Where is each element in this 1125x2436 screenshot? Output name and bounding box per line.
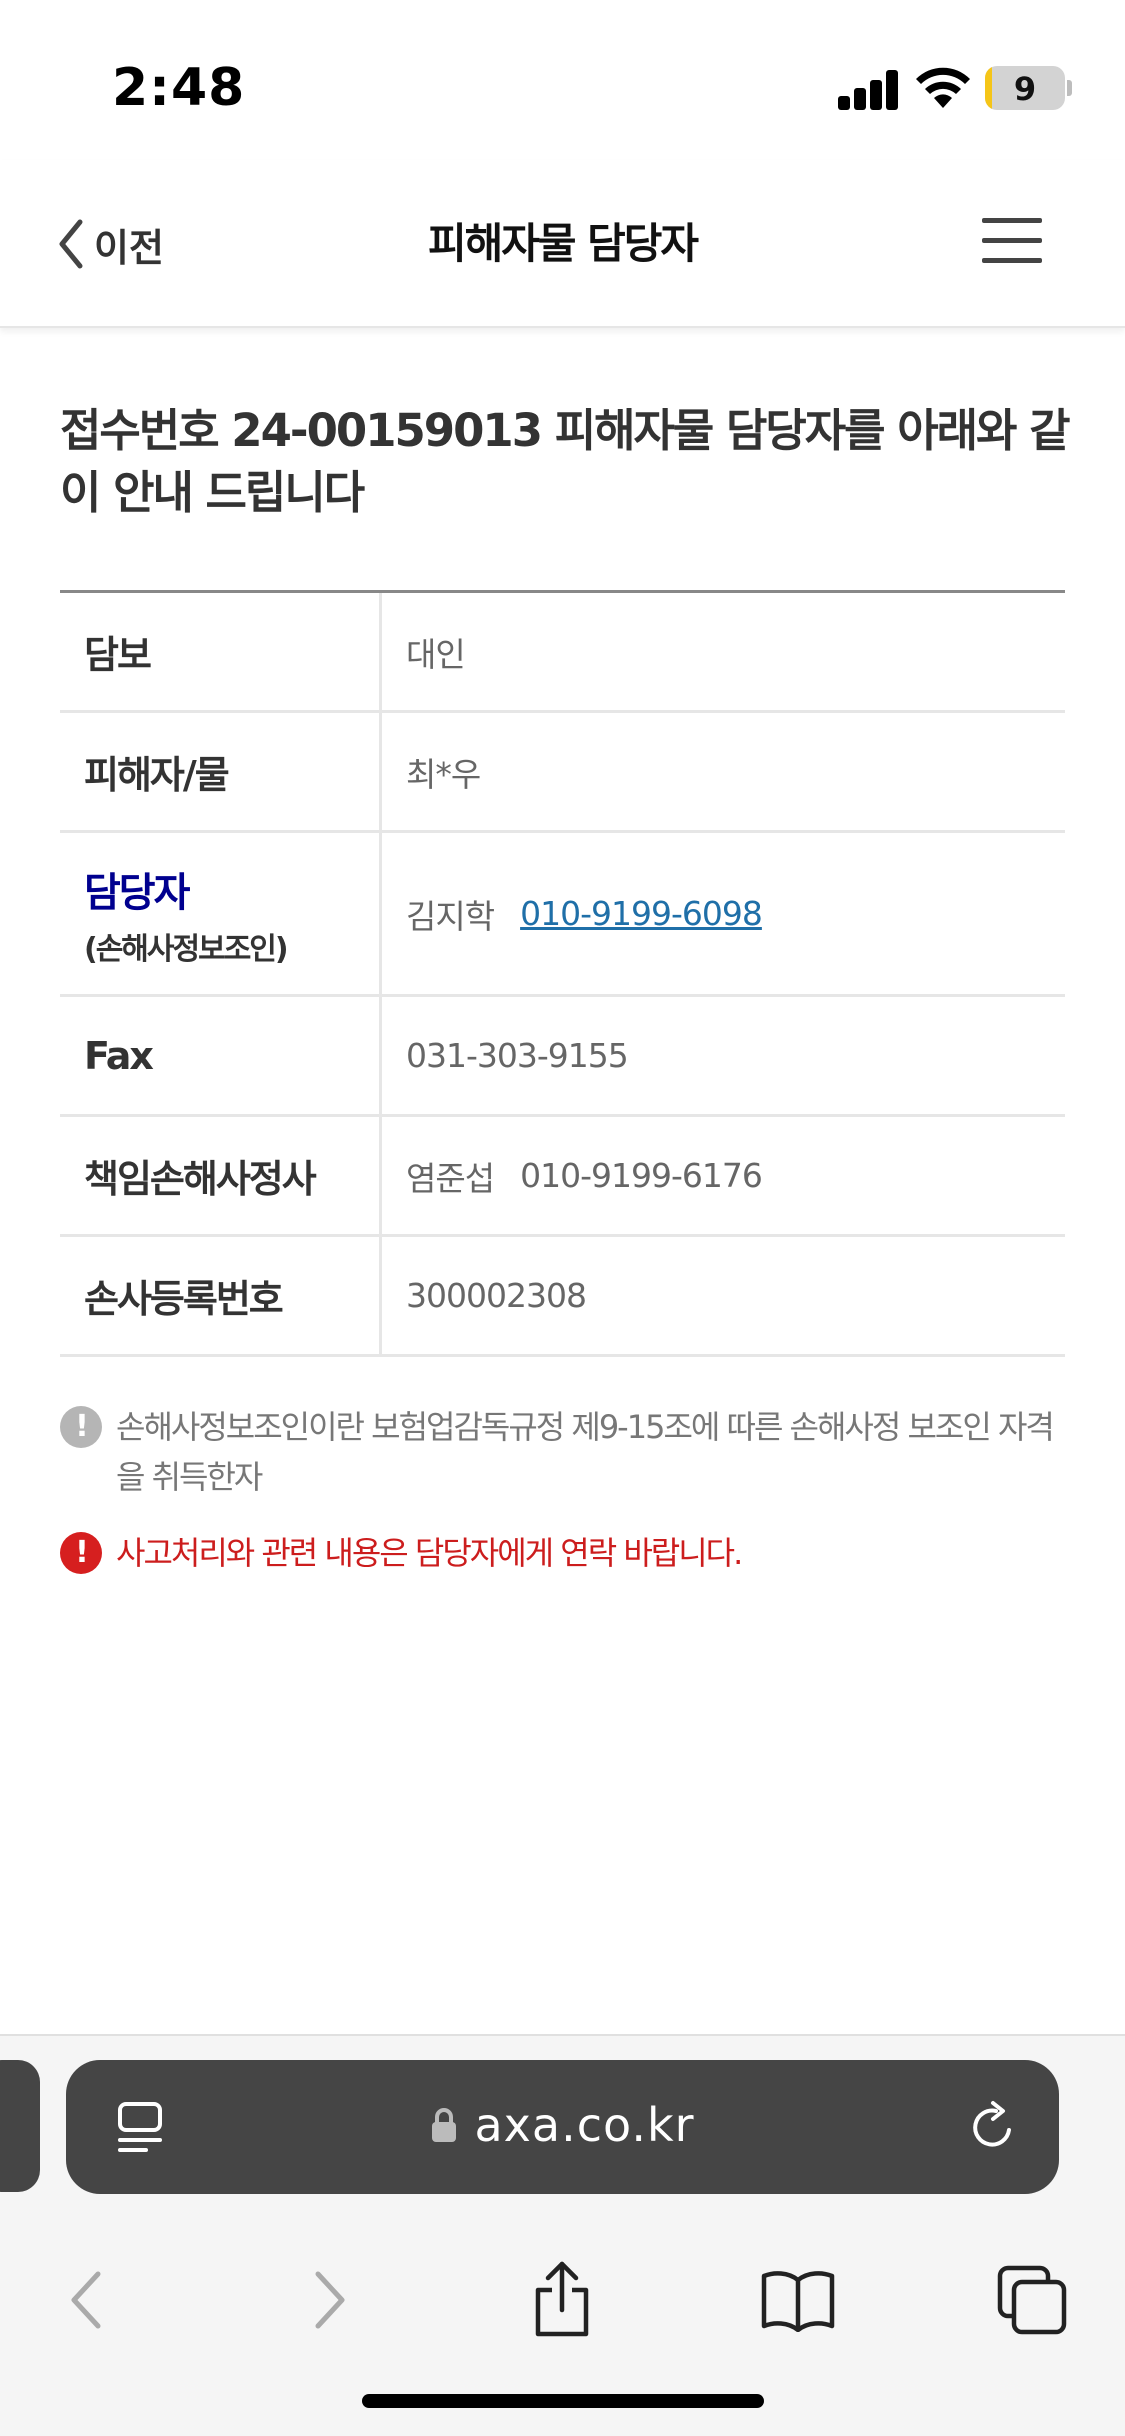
share-button[interactable]: [522, 2260, 602, 2340]
row-label-manager: 담당자 (손해사정보조인): [60, 833, 382, 994]
row-label-adjuster: 책임손해사정사: [60, 1117, 382, 1234]
tabs-button[interactable]: [992, 2260, 1072, 2340]
reload-icon[interactable]: [966, 2100, 1020, 2154]
warning-note-text: 사고처리와 관련 내용은 담당자에게 연락 바랍니다.: [116, 1534, 743, 1572]
previous-tab-edge[interactable]: [0, 2060, 40, 2192]
share-icon: [535, 2261, 589, 2337]
battery-cap: [1067, 80, 1072, 96]
browser-back-button[interactable]: [46, 2260, 126, 2340]
manager-sublabel: (손해사정보조인): [84, 931, 289, 967]
manager-name: 김지학: [406, 896, 495, 936]
adjuster-phone: 010-9199-6176: [520, 1156, 763, 1195]
tabs-icon: [997, 2265, 1067, 2335]
wifi-icon: [916, 67, 970, 108]
url-text: axa.co.kr: [474, 2098, 695, 2152]
table-row: Fax 031-303-9155: [60, 997, 1065, 1117]
manager-phone-link[interactable]: 010-9199-6098: [520, 894, 763, 933]
info-note: ! 손해사정보조인이란 보험업감독규정 제9-15조에 따른 손해사정 보조인 …: [60, 1402, 1070, 1502]
battery-level: 9: [1013, 70, 1037, 108]
row-label-registration: 손사등록번호: [60, 1237, 382, 1354]
manager-label: 담당자: [84, 869, 190, 916]
row-value-adjuster: 염준섭 010-9199-6176: [382, 1117, 1065, 1234]
table-row: 손사등록번호 300002308: [60, 1237, 1065, 1357]
page-title: 피해자물 담당자: [427, 219, 699, 268]
info-note-text: 손해사정보조인이란 보험업감독규정 제9-15조에 따른 손해사정 보조인 자격…: [116, 1408, 1055, 1496]
row-value-registration: 300002308: [406, 1276, 587, 1315]
table-row: 담보 대인: [60, 593, 1065, 713]
menu-button[interactable]: [980, 208, 1044, 272]
bookmarks-button[interactable]: [758, 2260, 838, 2340]
browser-bottom-bar: axa.co.kr: [0, 2034, 1125, 2436]
table-row: 책임손해사정사 염준섭 010-9199-6176: [60, 1117, 1065, 1237]
chevron-left-icon: [71, 2271, 101, 2329]
chevron-right-icon: [315, 2271, 345, 2329]
status-bar: 2:48 9: [0, 0, 1125, 160]
manager-info-table: 담보 대인 피해자/물 최*우 담당자 (손해사정보조인) 김지학 010-91…: [60, 590, 1065, 1357]
warning-note: ! 사고처리와 관련 내용은 담당자에게 연락 바랍니다.: [60, 1528, 1070, 1578]
address-bar[interactable]: axa.co.kr: [66, 2060, 1059, 2194]
status-time: 2:48: [112, 58, 246, 118]
exclamation-icon: !: [60, 1406, 102, 1448]
row-value-manager: 김지학 010-9199-6098: [382, 833, 1065, 994]
row-value-victim: 최*우: [406, 754, 481, 794]
cellular-signal-icon: [838, 70, 900, 110]
table-row: 담당자 (손해사정보조인) 김지학 010-9199-6098: [60, 833, 1065, 997]
warning-exclamation-icon: !: [60, 1532, 102, 1574]
browser-forward-button[interactable]: [290, 2260, 370, 2340]
home-indicator[interactable]: [362, 2394, 764, 2408]
book-icon: [761, 2271, 835, 2332]
row-value-coverage: 대인: [406, 634, 466, 674]
row-label-victim: 피해자/물: [60, 713, 382, 830]
adjuster-name: 염준섭: [406, 1158, 495, 1198]
lock-icon: [432, 2108, 457, 2142]
row-value-fax: 031-303-9155: [406, 1036, 629, 1075]
battery-icon: 9: [985, 66, 1065, 110]
row-label-fax: Fax: [60, 997, 382, 1114]
table-row: 피해자/물 최*우: [60, 713, 1065, 833]
intro-heading: 접수번호 24-00159013 피해자물 담당자를 아래와 같이 안내 드립니…: [60, 404, 1071, 519]
row-label-coverage: 담보: [60, 593, 382, 710]
app-header: 이전 피해자물 담당자: [0, 160, 1125, 328]
browser-toolbar: [0, 2230, 1125, 2380]
url-display[interactable]: axa.co.kr: [66, 2098, 1059, 2152]
